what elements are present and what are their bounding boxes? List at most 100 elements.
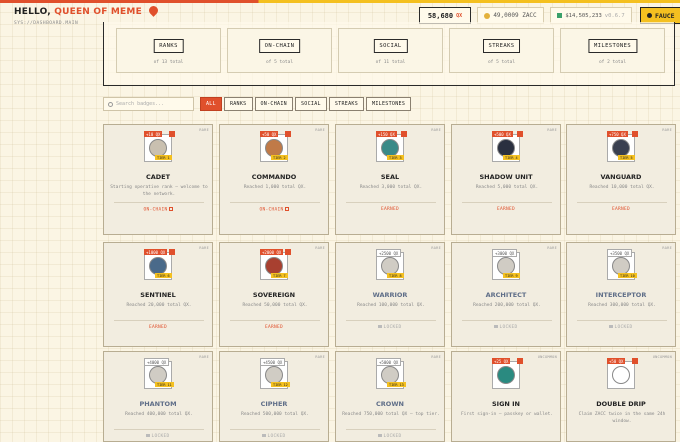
badge-name: SEAL [380,173,400,181]
badge-card[interactable]: RARE +3500 QX TIER 10 INTERCEPTOR Reached 30… [566,242,676,347]
reward-tag: +4000 QX [144,358,170,366]
badge-status-label: LOCKED [383,434,402,439]
divider [462,320,552,321]
badge-description: Reached 100,000 total QX. [357,303,425,308]
badge-name: SOVEREIGN [252,291,296,299]
badge-card[interactable]: RARE +10 QX TIER 1 CADET Starting operative … [103,124,213,235]
divider [577,202,667,203]
tier-tag: TIER 13 [387,382,406,387]
status-dot-icon [557,13,563,18]
badge-description: Claim ZACC twice in the same 24h window. [578,412,666,424]
badge-status: LOCKED [336,325,444,330]
tier-tag: TIER 3 [387,155,404,160]
badge-name: CADET [145,173,171,181]
rarity-label: RARE [199,355,209,359]
badge-name: INTERCEPTOR [595,291,647,299]
badge-description: Reached 500,000 total QX. [241,412,309,417]
filter-milestones[interactable]: MILESTONES [366,97,412,111]
filter-all[interactable]: ALL [200,97,222,111]
badge-status-label: ON-CHAIN [143,207,168,213]
reward-tag: +750 QX [607,131,628,137]
rarity-label: RARE [547,128,557,132]
badge-description: Reached 10,000 total QX. [589,185,655,190]
badge-card[interactable]: RARE +50 QX TIER 2 COMMANDO Reached 1,000 to… [219,124,329,235]
rarity-label: RARE [199,128,209,132]
badge-status: EARNED [567,207,675,212]
badge-name: CROWN [376,400,404,408]
category-ranks-button[interactable]: RANKS [153,39,184,53]
category-count: of 13 total [153,60,184,65]
badge-name: SHADOW UNIT [479,173,533,181]
balance-value: $14,505,233 [565,12,602,19]
badge-card[interactable]: RARE +2000 QX TIER 7 SOVEREIGN Reached 50,00… [219,242,329,347]
badge-status-label: LOCKED [267,434,286,439]
search-placeholder: Search badges... [116,101,165,107]
search-box[interactable]: Search badges... [103,97,194,111]
rarity-label: RARE [431,128,441,132]
badge-card[interactable]: RARE +5000 QX TIER 13 CROWN Reached 750,000 … [335,351,445,442]
category-milestones-button[interactable]: MILESTONES [587,39,638,53]
qx-value: 58,680 [427,11,454,20]
badge-status-label: EARNED [148,325,168,330]
divider [346,320,436,321]
badge-status: LOCKED [567,325,675,330]
badge-name: SIGN IN [492,400,520,408]
category-social-button[interactable]: SOCIAL [373,39,408,53]
category-count: of 2 total [598,60,627,65]
check-icon [401,131,407,137]
reward-tag: +150 QX [376,131,397,137]
badge-card[interactable]: RARE +750 QX TIER 5 VANGUARD Reached 10,000 … [566,124,676,235]
rarity-label: RARE [431,246,441,250]
tier-tag: TIER 4 [503,155,520,160]
category-ranks: RANKS of 13 total [116,28,221,73]
divider [346,429,436,430]
badge-card[interactable]: RARE +3000 QX TIER 9 ARCHITECT Reached 200,0… [451,242,561,347]
filter-on-chain[interactable]: ON-CHAIN [254,97,293,111]
badge-card[interactable]: RARE +4000 QX TIER 11 PHANTOM Reached 400,00… [103,351,213,442]
check-icon [285,249,291,255]
badge-name: CIPHER [260,400,288,408]
badge-card[interactable]: RARE +150 QX TIER 3 SEAL Reached 3,000 total… [335,124,445,235]
filter-social[interactable]: SOCIAL [294,97,327,111]
category-on-chain: ON-CHAIN of 5 total [227,28,332,73]
badge-card[interactable]: UNCOMMON +25 QX SIGN IN First sign-in — pas… [451,351,561,442]
category-count: of 5 total [487,60,516,65]
rarity-label: RARE [662,246,672,250]
badge-card[interactable]: RARE +500 QX TIER 4 SHADOW UNIT Reached 5,00… [451,124,561,235]
check-icon [517,358,523,364]
badge-description: Reached 300,000 total QX. [588,303,656,308]
divider [577,320,667,321]
check-icon [632,358,638,364]
qx-unit: QX [456,12,463,19]
badge-card[interactable]: RARE +1000 QX TIER 6 SENTINEL Reached 20,000… [103,242,213,347]
badge-status-label: EARNED [611,207,631,212]
category-on-chain-button[interactable]: ON-CHAIN [258,39,301,53]
tier-tag: TIER 9 [503,273,520,278]
filter-streaks[interactable]: STREAKS [328,97,365,111]
rarity-label: RARE [315,128,325,132]
badge-name: SENTINEL [140,291,176,299]
badge-frame [492,361,520,389]
badge-description: Reached 750,000 total QX — top tier. [342,412,440,417]
reward-tag: +5000 QX [376,358,402,366]
category-streaks-button[interactable]: STREAKS [482,39,521,53]
divider [114,202,204,203]
badge-description: Reached 50,000 total QX. [242,303,308,308]
divider [230,320,320,321]
rarity-label: RARE [199,246,209,250]
badge-card[interactable]: RARE +4500 QX TIER 12 CIPHER Reached 500,000… [219,351,329,442]
badge-status[interactable]: ON-CHAIN [104,207,212,213]
rarity-label: RARE [662,128,672,132]
reward-tag: +10 QX [144,131,163,137]
badge-status: EARNED [336,207,444,212]
filter-ranks[interactable]: RANKS [223,97,253,111]
badge-status-label: LOCKED [499,325,518,330]
badge-description: Reached 20,000 total QX. [126,303,192,308]
rarity-label: UNCOMMON [537,355,557,359]
filter-chips: ALL RANKS ON-CHAIN SOCIAL STREAKS MILEST… [200,97,412,111]
badge-card[interactable]: UNCOMMON +50 QX DOUBLE DRIP Claim ZACC twic… [566,351,676,442]
rarity-label: RARE [431,355,441,359]
badge-status[interactable]: ON-CHAIN [220,207,328,213]
badge-card[interactable]: RARE +2500 QX TIER 8 WARRIOR Reached 100,000… [335,242,445,347]
badge-description: Reached 5,000 total QX. [475,185,539,190]
